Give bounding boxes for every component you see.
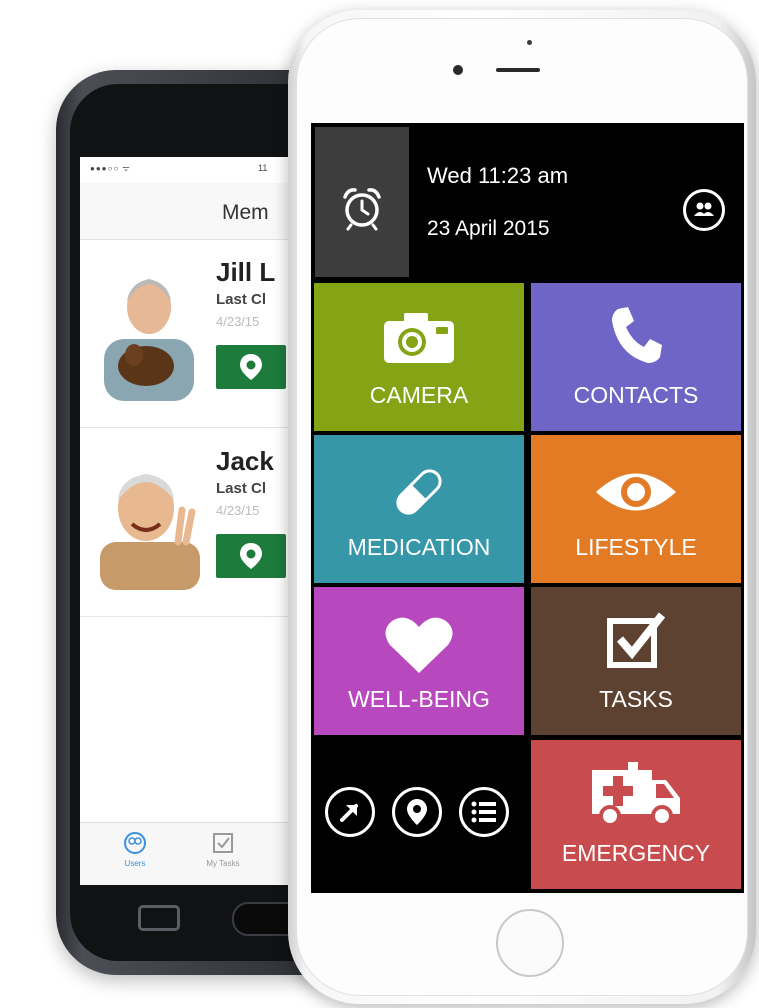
- phone-icon: [612, 307, 662, 363]
- status-time: 11: [258, 163, 268, 173]
- member-last-checkin: Last Cl: [216, 480, 267, 497]
- member-last-checkin: Last Cl: [216, 291, 267, 308]
- location-button[interactable]: [392, 787, 442, 837]
- current-time: Wed 11:23 am: [427, 163, 569, 188]
- list-icon: [471, 801, 496, 823]
- member-row[interactable]: Jill L Last Cl 4/23/15: [80, 239, 320, 428]
- avatar: [104, 279, 194, 401]
- checkbox-icon: [213, 833, 233, 853]
- tab-my-tasks-label: My Tasks: [206, 859, 240, 868]
- wellbeing-label: WELL-BEING: [348, 686, 490, 712]
- wellbeing-tile[interactable]: WELL-BEING: [314, 587, 524, 735]
- member-name: Jack: [216, 446, 274, 476]
- status-bar: ●●●○○ ᯤ 11: [80, 157, 320, 183]
- profile-button[interactable]: [683, 189, 725, 231]
- emergency-tile[interactable]: EMERGENCY: [531, 740, 741, 889]
- medication-tile[interactable]: MEDICATION: [314, 435, 524, 583]
- proximity-sensor: [527, 40, 532, 45]
- ambulance-icon: [592, 762, 680, 826]
- location-pin-icon: [407, 799, 427, 825]
- location-button[interactable]: [216, 534, 286, 578]
- back-button: [138, 905, 180, 931]
- tab-bar: Users My Tasks: [80, 822, 320, 885]
- nav-bar: Mem: [80, 183, 320, 240]
- camera-icon: [384, 313, 454, 363]
- location-pin-icon: [240, 543, 262, 569]
- front-camera: [453, 65, 463, 75]
- camera-tile[interactable]: CAMERA: [314, 283, 524, 431]
- home-button: [496, 909, 564, 977]
- member-date: 4/23/15: [216, 314, 260, 329]
- lifestyle-label: LIFESTYLE: [575, 534, 697, 560]
- users-icon: [694, 202, 714, 216]
- tab-my-tasks[interactable]: My Tasks: [188, 831, 258, 868]
- alarm-button[interactable]: [315, 127, 409, 277]
- pill-icon: [396, 469, 442, 515]
- contacts-label: CONTACTS: [573, 382, 699, 408]
- alarm-clock-icon: [343, 188, 381, 231]
- arrow-icon: [340, 804, 358, 822]
- navigate-button[interactable]: [325, 787, 375, 837]
- heart-icon: [385, 617, 453, 673]
- earpiece-speaker: [496, 68, 540, 72]
- member-row[interactable]: Jack Last Cl 4/23/15: [80, 428, 320, 617]
- tasks-label: TASKS: [599, 686, 673, 712]
- users-icon: [124, 832, 146, 854]
- location-pin-icon: [240, 354, 262, 380]
- location-button[interactable]: [216, 345, 286, 389]
- current-date: 23 April 2015: [427, 217, 550, 240]
- members-screen: ●●●○○ ᯤ 11 Mem Jill L Last Cl 4/23/15 Ja…: [80, 157, 320, 885]
- signal-icon: ●●●○○ ᯤ: [90, 164, 131, 173]
- member-name: Jill L: [216, 257, 276, 287]
- camera-label: CAMERA: [369, 382, 469, 408]
- header-bar: Wed 11:23 am 23 April 2015: [311, 123, 744, 279]
- tab-users[interactable]: Users: [100, 831, 170, 868]
- tasks-tile[interactable]: TASKS: [531, 587, 741, 735]
- checkbox-icon: [607, 612, 666, 668]
- tab-users-label: Users: [124, 859, 146, 868]
- launcher-screen: Wed 11:23 am 23 April 2015 CAMERA CONTAC…: [311, 123, 744, 893]
- quick-actions: [325, 787, 525, 847]
- avatar: [100, 474, 200, 590]
- eye-icon: [596, 473, 676, 511]
- lifestyle-tile[interactable]: LIFESTYLE: [531, 435, 741, 583]
- emergency-label: EMERGENCY: [561, 840, 711, 866]
- medication-label: MEDICATION: [347, 534, 491, 560]
- contacts-tile[interactable]: CONTACTS: [531, 283, 741, 431]
- member-date: 4/23/15: [216, 503, 260, 518]
- menu-button[interactable]: [459, 787, 509, 837]
- page-title: Mem: [222, 201, 269, 224]
